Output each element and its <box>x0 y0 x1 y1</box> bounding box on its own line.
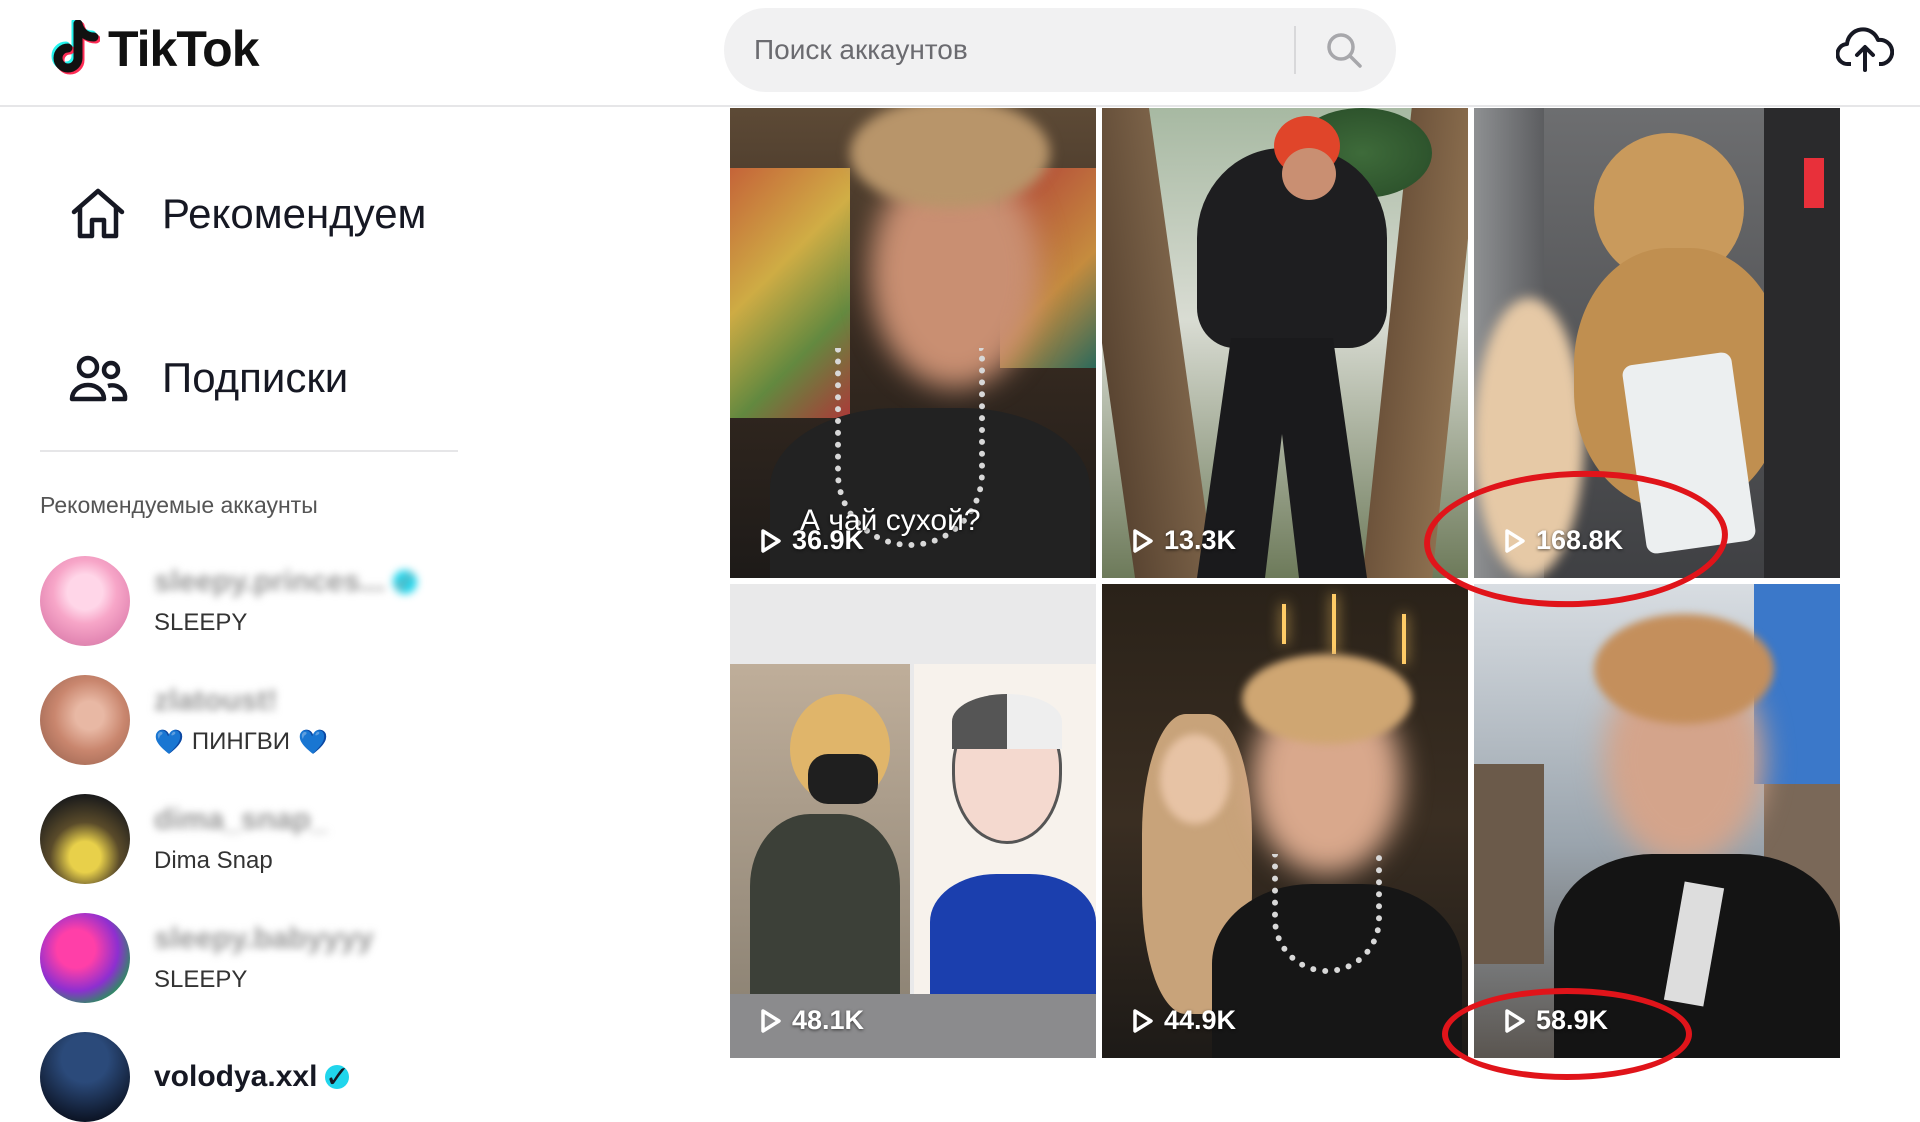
account-username: dima_snap_ <box>154 803 328 836</box>
suggested-account[interactable]: volodya.xxl ✓ <box>40 1032 350 1122</box>
suggested-account[interactable]: sleepy.princes... ✓ SLEEPY <box>40 556 418 646</box>
nav-following-label: Подписки <box>162 354 349 401</box>
tiktok-logo[interactable]: TikTok <box>48 20 260 78</box>
video-tile[interactable]: 58.9K <box>1474 584 1840 1058</box>
sidebar: Рекомендуем Подписки Рекомендуемые аккау… <box>0 108 480 1122</box>
logo-text: TikTok <box>108 21 260 77</box>
heart-emoji-icon: 💙 <box>154 728 184 756</box>
home-icon <box>71 188 125 239</box>
play-icon <box>1133 528 1153 553</box>
account-username: volodya.xxl ✓ <box>154 1060 350 1094</box>
suggested-account[interactable]: sleepy.babyyyy SLEEPY <box>40 913 374 1003</box>
sidebar-divider <box>40 450 458 452</box>
view-count: 48.1K <box>760 1005 864 1036</box>
play-icon <box>1505 1008 1525 1033</box>
video-tile[interactable]: 48.1K <box>730 584 1096 1058</box>
avatar <box>40 556 130 646</box>
play-icon <box>761 1008 781 1033</box>
account-display-name: 💙 ПИНГВИ 💙 <box>154 728 328 756</box>
top-header: TikTok <box>0 0 1920 107</box>
suggested-accounts-title: Рекомендуемые аккаунты <box>40 492 318 518</box>
view-count: 13.3K <box>1132 525 1236 556</box>
account-display-name: SLEEPY <box>154 609 248 636</box>
play-icon <box>761 528 781 553</box>
following-icon <box>69 355 128 402</box>
avatar <box>40 1032 130 1122</box>
avatar <box>40 675 130 765</box>
view-count: 168.8K <box>1504 525 1623 556</box>
video-tile[interactable]: 13.3K <box>1102 108 1468 578</box>
nav-for-you[interactable]: Рекомендуем <box>68 186 442 242</box>
view-count: 58.9K <box>1504 1005 1608 1036</box>
video-tile[interactable]: 168.8K <box>1474 108 1840 578</box>
search-icon <box>1327 33 1362 68</box>
heart-emoji-icon: 💙 <box>297 728 328 756</box>
suggested-account[interactable]: zlatoust! 💙 ПИНГВИ 💙 <box>40 675 328 765</box>
account-username: zlatoust! <box>154 683 278 717</box>
video-tile[interactable]: А чай сухой? 36.9K <box>730 108 1096 578</box>
search-button[interactable] <box>1296 8 1392 92</box>
upload-cloud-icon[interactable] <box>1836 24 1894 76</box>
view-count: 36.9K <box>760 525 864 556</box>
play-icon <box>1505 528 1525 553</box>
nav-following[interactable]: Подписки <box>68 352 348 404</box>
search-input[interactable] <box>724 8 1294 92</box>
view-count: 44.9K <box>1132 1005 1236 1036</box>
tiktok-logo-icon <box>51 20 100 75</box>
account-display-name: SLEEPY <box>154 966 248 993</box>
account-username: sleepy.princes... ✓ <box>154 565 418 599</box>
account-username: sleepy.babyyyy <box>154 922 374 955</box>
verified-badge-icon: ✓ <box>324 1060 350 1094</box>
play-icon <box>1133 1008 1153 1033</box>
verified-badge-icon: ✓ <box>392 565 418 599</box>
suggested-account[interactable]: dima_snap_ Dima Snap <box>40 794 327 884</box>
avatar <box>40 794 130 884</box>
video-tile[interactable]: 44.9K <box>1102 584 1468 1058</box>
video-grid: А чай сухой? 36.9K 13.3K 168.8K 48.1K 44… <box>730 108 1840 1080</box>
account-display-name: Dima Snap <box>154 847 273 874</box>
nav-for-you-label: Рекомендуем <box>162 190 427 237</box>
avatar <box>40 913 130 1003</box>
search-bar <box>724 8 1396 92</box>
